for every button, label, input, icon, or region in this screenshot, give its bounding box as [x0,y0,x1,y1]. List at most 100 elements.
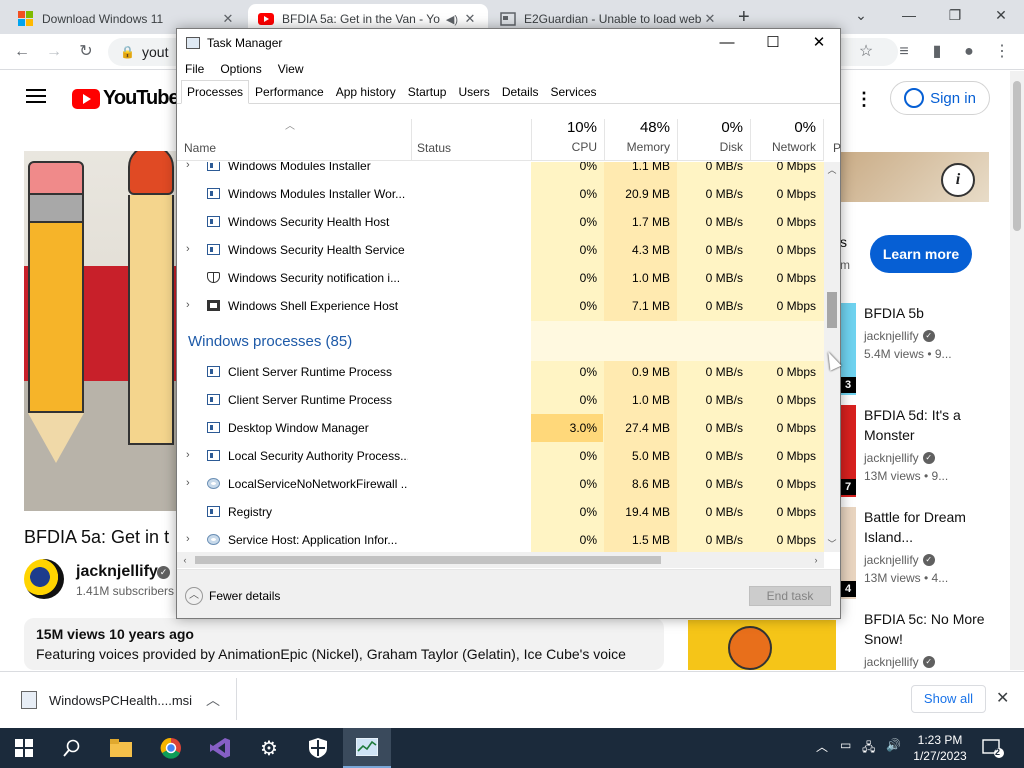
download-filename[interactable]: WindowsPCHealth....msi [49,693,192,708]
rec-title[interactable]: Battle for Dream Island... [864,507,994,547]
settings-button[interactable]: ⚙ [245,728,293,768]
close-tab-icon[interactable]: ✕ [462,11,478,27]
channel-avatar[interactable] [24,559,64,599]
tab-details[interactable]: Details [496,80,545,104]
menu-view[interactable]: View [270,59,312,79]
column-power[interactable]: P [833,141,841,155]
rec-channel[interactable]: jacknjellify ✓ [864,329,935,343]
rec-channel[interactable]: jacknjellify ✓ [864,451,935,465]
column-network[interactable]: 0% Network [750,119,822,154]
close-window-icon[interactable]: ✕ [978,0,1024,30]
process-row[interactable]: › Windows Security Health Service 0% 4.3 MB… [177,236,824,264]
process-row[interactable]: › LocalServiceNoNetworkFirewall ... 0% 8.6 … [177,470,824,498]
channel-name[interactable]: jacknjellify [76,563,158,581]
new-tab-button[interactable]: + [738,6,750,29]
process-row[interactable]: Registry 0% 19.4 MB 0 MB/s 0 Mbps [177,498,824,526]
tablet-icon[interactable]: ▭ [840,738,851,752]
windows-security-button[interactable] [294,728,342,768]
reload-icon[interactable]: ↻ [74,40,98,64]
sign-in-button[interactable]: Sign in [890,81,990,115]
rec-title[interactable]: BFDIA 5c: No More Snow! [864,609,994,649]
process-row[interactable]: › Local Security Authority Process... 0% 5.… [177,442,824,470]
notification-center-icon[interactable]: 2 [982,738,1004,758]
close-window-icon[interactable]: ✕ [796,29,842,59]
visual-studio-button[interactable] [196,728,244,768]
info-icon[interactable]: i [941,163,975,197]
chevron-up-icon[interactable]: ︿ [206,690,220,710]
volume-icon[interactable]: 🔊 [886,738,901,752]
end-task-button[interactable]: End task [749,586,831,606]
audio-playing-icon[interactable]: ◀) [446,13,458,26]
start-button[interactable] [0,728,48,768]
scroll-up-icon[interactable]: ︿ [824,162,840,178]
column-status[interactable]: Status [417,141,451,155]
rec-channel[interactable]: jacknjellify ✓ [864,553,935,567]
hamburger-menu-icon[interactable] [26,89,46,103]
scroll-right-icon[interactable]: › [808,552,824,568]
tab-startup[interactable]: Startup [402,80,453,104]
menu-file[interactable]: File [177,59,212,79]
profile-icon[interactable]: ● [957,40,981,64]
menu-options[interactable]: Options [212,59,269,79]
settings-menu-icon[interactable]: ⋮ [855,89,873,109]
scroll-down-icon[interactable]: ﹀ [824,536,840,552]
clock[interactable]: 1:23 PM 1/27/2023 [905,732,975,764]
minimize-icon[interactable]: — [886,0,932,30]
task-manager-taskbar-button[interactable] [343,728,391,768]
maximize-icon[interactable]: ☐ [750,29,796,59]
side-panel-icon[interactable]: ▮ [925,40,949,64]
column-disk[interactable]: 0% Disk [677,119,749,154]
group-header-windows-processes[interactable]: Windows processes (85) [188,333,352,350]
youtube-logo[interactable]: YouTube [72,87,180,110]
process-row[interactable]: › Service Host: Application Infor... 0% 1.5… [177,526,824,552]
rec-thumbnail[interactable] [688,620,836,670]
process-row[interactable]: Windows Modules Installer Wor... 0% 20.9 M… [177,180,824,208]
process-row[interactable]: › Windows Shell Experience Host 0% 7.1 MB 0 … [177,292,824,320]
tab-users[interactable]: Users [452,80,495,104]
tab-search-icon[interactable]: ⌄ [838,0,884,30]
expand-chevron-icon[interactable]: › [186,162,190,171]
hscroll-thumb[interactable] [195,556,661,564]
process-row[interactable]: › Windows Modules Installer 0% 1.1 MB 0 MB/s… [177,162,824,180]
minimize-icon[interactable]: — [704,29,750,59]
horizontal-scrollbar[interactable]: ‹ › [177,552,824,568]
forward-icon[interactable]: → [42,40,66,64]
rec-channel[interactable]: jacknjellify ✓ [864,655,935,669]
page-scrollbar[interactable] [1010,71,1024,670]
tab-app-history[interactable]: App history [330,80,402,104]
process-row[interactable]: Client Server Runtime Process 0% 1.0 MB 0 M… [177,386,824,414]
learn-more-button[interactable]: Learn more [870,235,972,273]
back-icon[interactable]: ← [10,40,34,64]
column-name[interactable]: Name [184,141,216,155]
tab-performance[interactable]: Performance [249,80,330,104]
show-hidden-icons-icon[interactable]: ︿ [816,738,828,755]
expand-chevron-icon[interactable]: › [186,299,190,311]
rec-title[interactable]: BFDIA 5d: It's a Monster [864,405,994,445]
scroll-left-icon[interactable]: ‹ [177,552,193,568]
process-row[interactable]: Desktop Window Manager 3.0% 27.4 MB 0 MB/s 0… [177,414,824,442]
restore-icon[interactable]: ❐ [932,0,978,30]
expand-chevron-icon[interactable]: › [186,477,190,489]
bookmark-star-icon[interactable]: ☆ [854,40,878,64]
tab-services[interactable]: Services [545,80,603,104]
expand-chevron-icon[interactable]: › [186,449,190,461]
close-tab-icon[interactable]: ✕ [702,11,718,27]
file-explorer-button[interactable] [97,728,145,768]
close-download-bar-icon[interactable]: ✕ [996,688,1009,708]
video-description[interactable]: 15M views 10 years ago Featuring voices … [24,618,664,670]
rec-title[interactable]: BFDIA 5b [864,303,994,323]
tab-processes[interactable]: Processes [181,80,250,104]
show-all-button[interactable]: Show all [911,685,986,713]
chrome-button[interactable] [147,728,195,768]
search-button[interactable] [48,728,96,768]
network-icon[interactable]: 🖧 [862,738,875,759]
process-row[interactable]: Windows Security Health Host 0% 1.7 MB 0 MB… [177,208,824,236]
media-control-icon[interactable]: ≡ [892,40,916,64]
task-manager-titlebar[interactable]: Task Manager — ☐ ✕ [177,29,840,59]
column-cpu[interactable]: 10% CPU [531,119,603,154]
expand-chevron-icon[interactable]: › [186,243,190,255]
close-tab-icon[interactable]: ✕ [220,11,236,27]
process-row[interactable]: Client Server Runtime Process 0% 0.9 MB 0 M… [177,358,824,386]
chrome-menu-icon[interactable]: ⋮ [990,40,1014,64]
column-memory[interactable]: 48% Memory [604,119,676,154]
